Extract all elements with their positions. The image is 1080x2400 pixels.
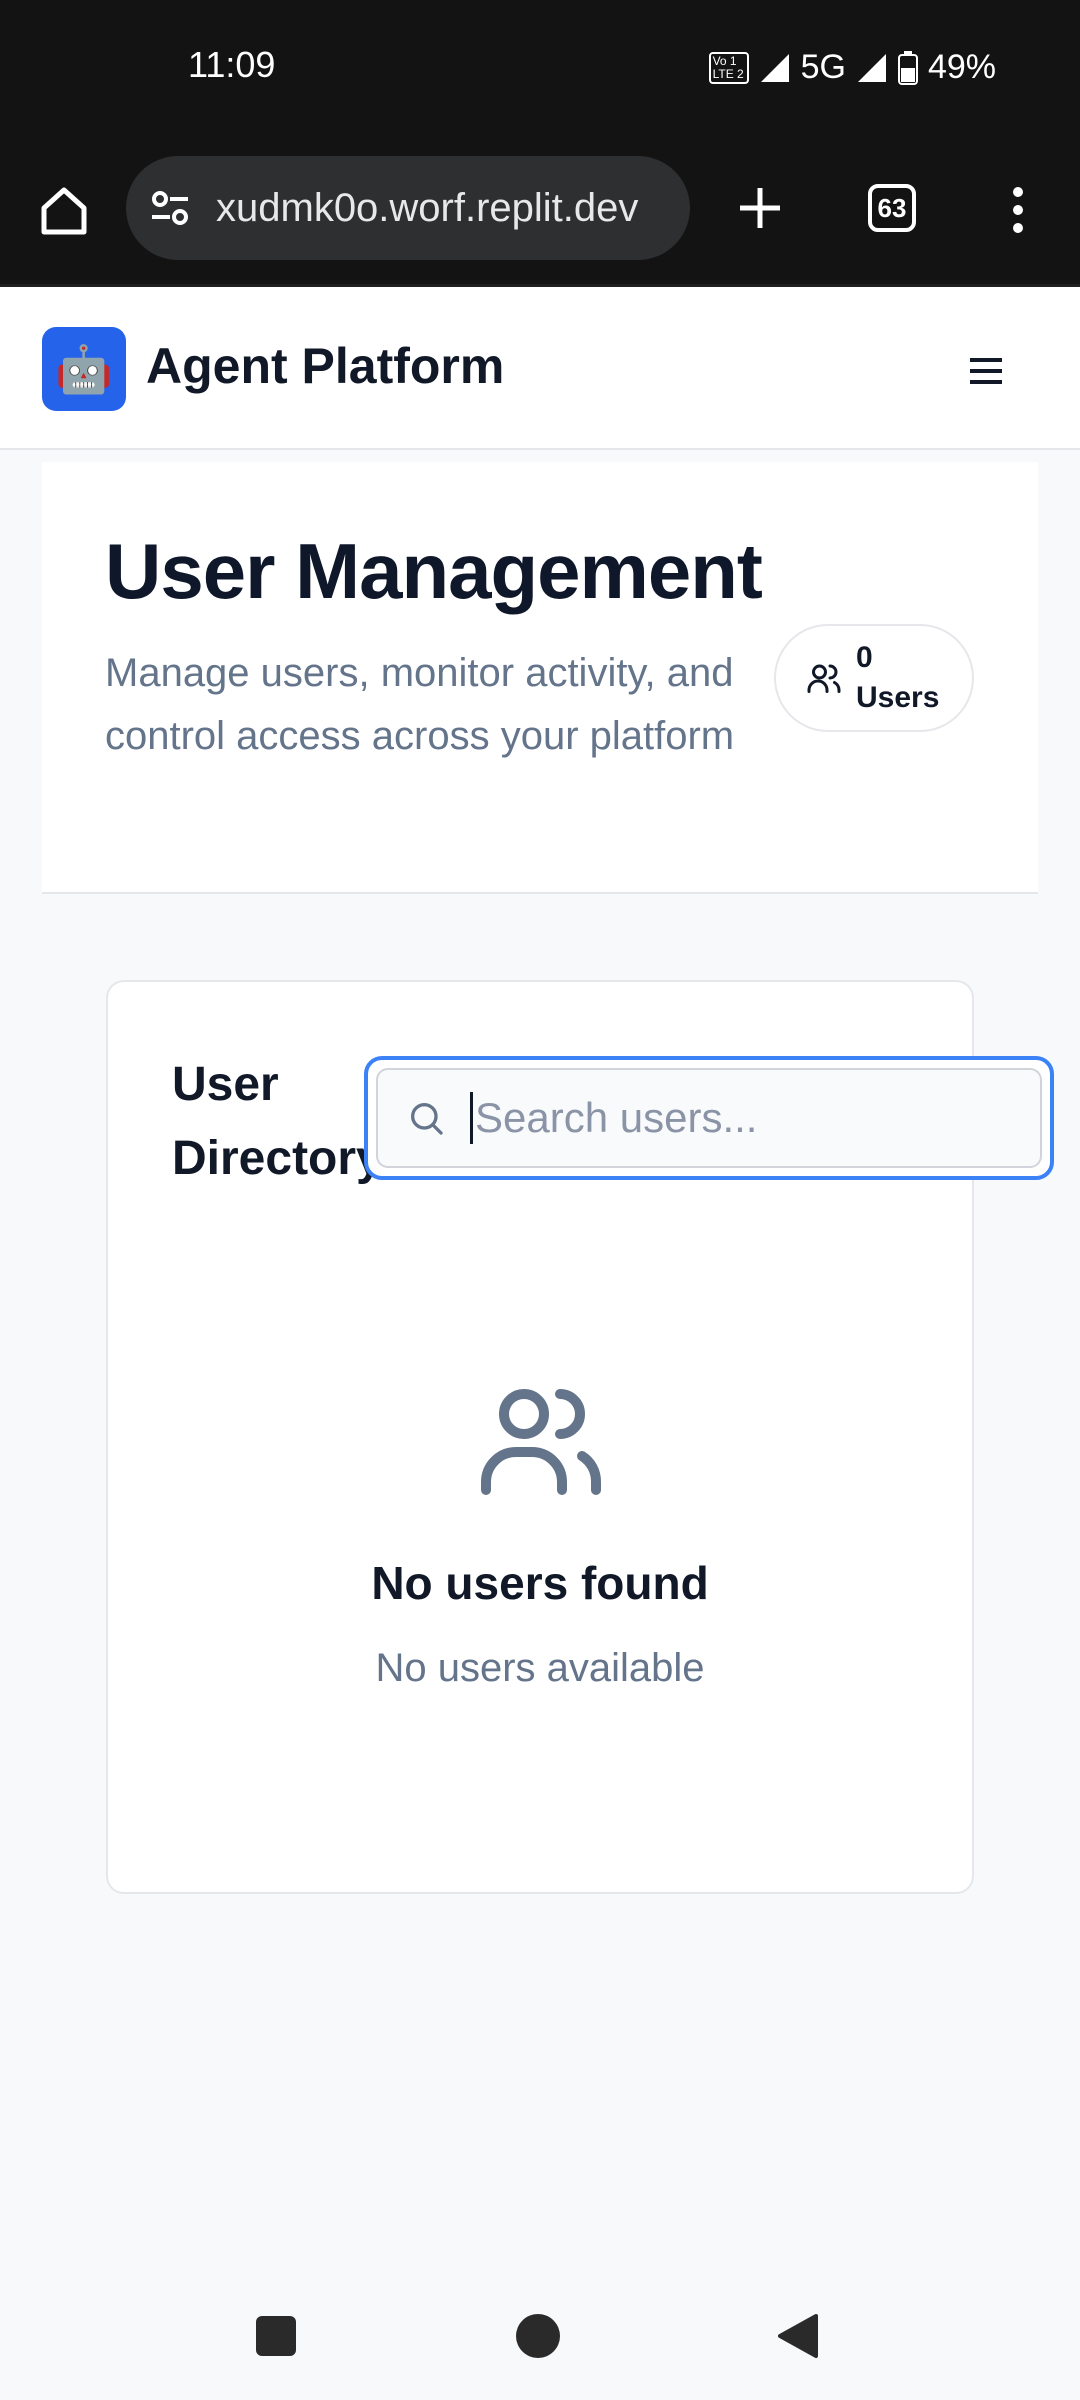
volte-icon: Vo 1 LTE 2 [708, 51, 749, 84]
users-count-badge: 0 Users [774, 624, 974, 732]
home-icon[interactable] [36, 182, 92, 238]
search-box[interactable] [364, 1056, 1054, 1180]
users-label: Users [856, 681, 940, 714]
app-title[interactable]: Agent Platform [146, 337, 504, 395]
status-indicators: Vo 1 LTE 2 5G 49% [708, 48, 996, 87]
browser-toolbar: xudmk0o.worf.replit.dev 63 [0, 140, 1080, 284]
more-menu-icon[interactable] [1000, 182, 1036, 238]
back-icon[interactable] [776, 2312, 820, 2360]
address-bar[interactable]: xudmk0o.worf.replit.dev [126, 156, 690, 260]
page-header-card: User Management Manage users, monitor ac… [42, 462, 1038, 894]
page-title: User Management [105, 527, 763, 615]
robot-icon: 🤖 [55, 342, 113, 395]
empty-state-title: No users found [371, 1557, 709, 1609]
recent-apps-icon[interactable] [256, 2316, 296, 2356]
network-type: 5G [800, 48, 846, 86]
site-settings-icon[interactable] [146, 184, 194, 232]
users-empty-icon [481, 1389, 601, 1495]
system-navigation-bar [0, 2270, 1080, 2400]
tab-count: 63 [877, 192, 907, 223]
new-tab-icon[interactable] [730, 178, 790, 238]
battery-level: 49% [927, 48, 996, 86]
app-logo[interactable]: 🤖 [42, 327, 126, 411]
home-button-icon[interactable] [516, 2314, 560, 2358]
status-bar: 11:09 Vo 1 LTE 2 5G 49% [0, 0, 1080, 140]
hamburger-menu-icon[interactable] [966, 355, 1006, 387]
search-input[interactable] [470, 1092, 1010, 1144]
users-count: 0 [856, 641, 873, 674]
directory-title: User Directory [172, 1058, 383, 1185]
url-text: xudmk0o.worf.replit.dev [216, 185, 639, 230]
battery-icon [897, 50, 918, 85]
app-header: 🤖 Agent Platform [0, 284, 1080, 450]
signal-icon-2 [857, 53, 886, 82]
page-subtitle: Manage users, monitor activity, and cont… [105, 651, 735, 758]
search-icon [411, 1103, 443, 1135]
signal-icon [760, 53, 789, 82]
empty-state-subtitle: No users available [375, 1646, 705, 1690]
tabs-icon[interactable]: 63 [868, 184, 916, 232]
users-icon [807, 664, 841, 693]
status-time: 11:09 [188, 44, 276, 85]
